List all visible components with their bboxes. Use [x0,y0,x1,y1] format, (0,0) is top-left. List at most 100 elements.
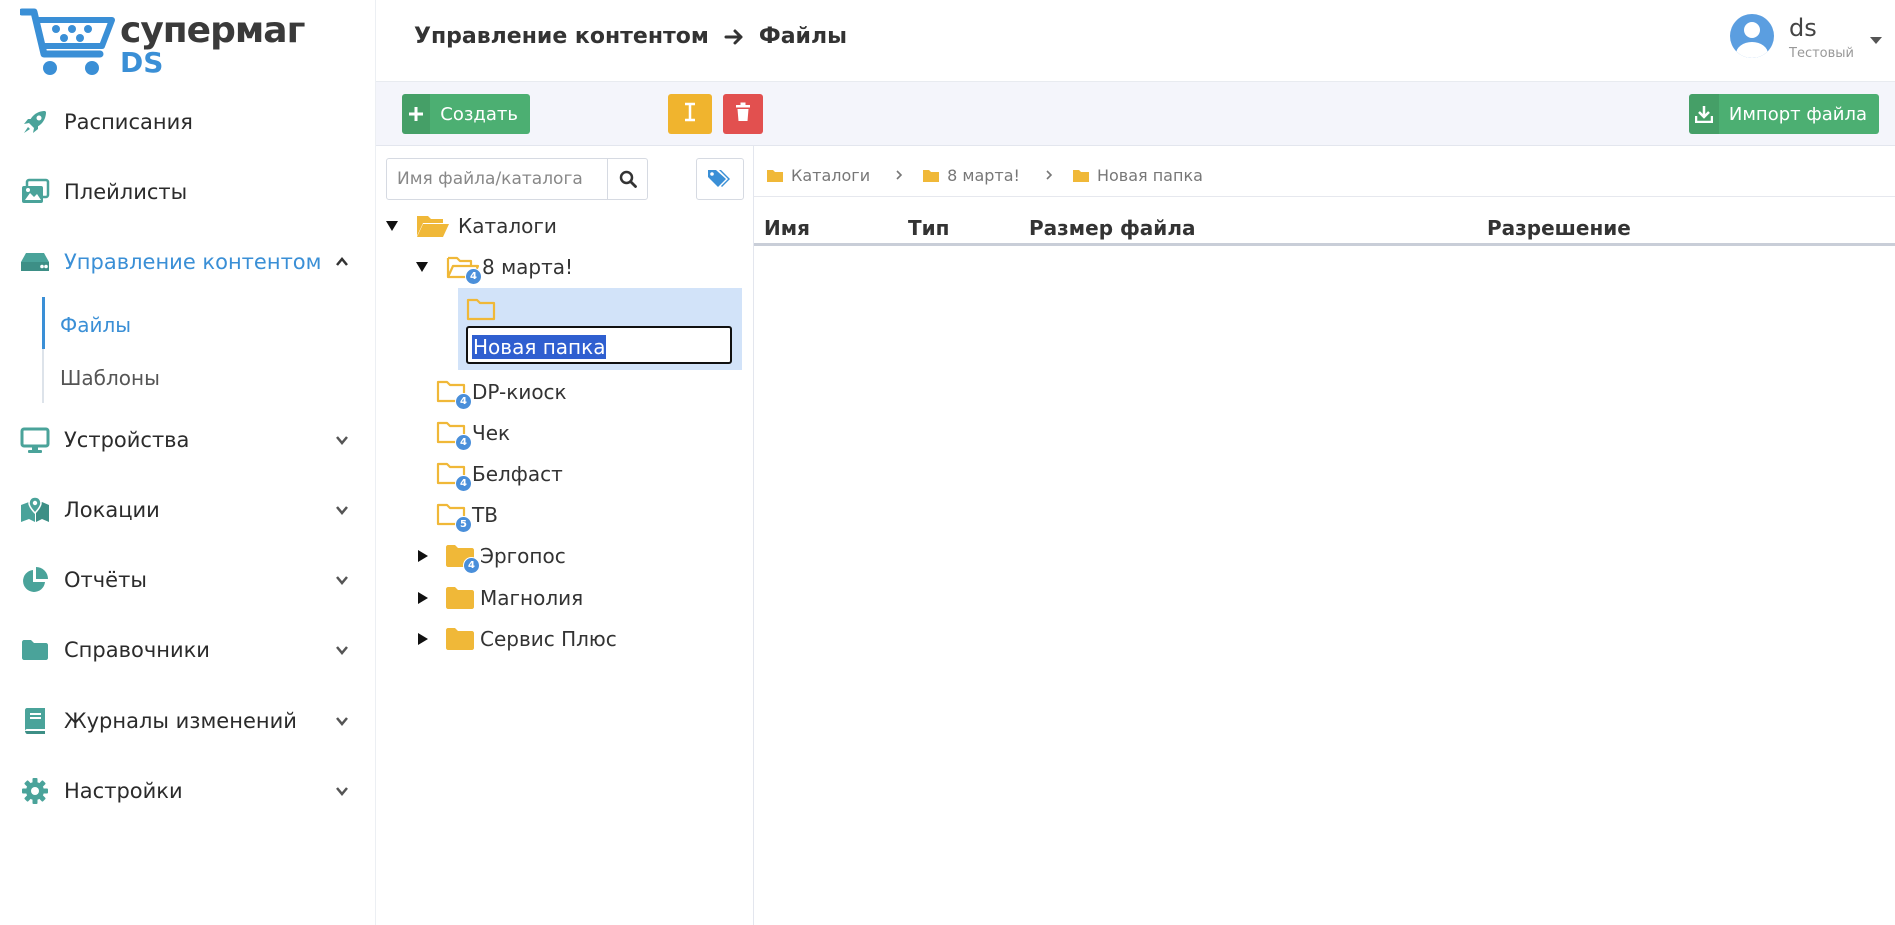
folder-tree-panel: Каталоги 4 8 марта! Новая папка 4 DP-кио… [376,146,754,925]
sidebar-item-label: Плейлисты [64,180,188,204]
expanded-caret-icon[interactable] [386,221,398,231]
column-header-type[interactable]: Тип [908,216,949,240]
user-menu[interactable]: ds Тестовый [1730,10,1890,72]
search-button[interactable] [607,159,647,199]
search-input[interactable] [387,159,607,199]
tree-node-tv[interactable]: 5 ТВ [436,498,498,533]
count-badge: 4 [463,557,480,574]
sidebar-subitem-templates[interactable]: Шаблоны [60,366,160,390]
collapsed-caret-icon[interactable] [418,550,428,562]
folder-open-outline-icon: 4 [446,253,482,285]
chevron-down-icon [334,713,350,729]
folder-icon [1072,169,1089,182]
rename-button[interactable] [668,94,712,134]
chevron-up-icon [334,254,350,270]
folder-icon [767,169,783,182]
files-panel: Каталоги 8 марта! Новая папка Имя Тип Ра… [754,146,1895,925]
sidebar-item-locations[interactable]: Локации [0,486,376,534]
column-header-name[interactable]: Имя [764,216,810,240]
tree-node-label: Сервис Плюс [480,627,617,651]
import-file-button[interactable]: Импорт файла [1689,94,1879,134]
sidebar-item-schedules[interactable]: Расписания [0,98,376,146]
folder-outline-icon: 4 [436,460,472,492]
path-segment-label: Новая папка [1096,165,1203,185]
rename-input[interactable]: Новая папка [466,326,732,364]
folder-path: Каталоги 8 марта! Новая папка [766,160,1203,190]
map-marker-icon [20,495,50,525]
tree-node-new-folder[interactable]: Новая папка [458,288,742,370]
folder-open-icon [416,212,450,240]
trash-icon [735,102,751,127]
sidebar-item-label: Локации [64,498,160,522]
tree-node-magnolia[interactable]: Магнолия [418,581,583,615]
sidebar-item-settings[interactable]: Настройки [0,767,376,815]
collapsed-caret-icon[interactable] [418,633,428,645]
create-button[interactable]: Создать [402,94,530,134]
sidebar-item-changelogs[interactable]: Журналы изменений [0,697,376,745]
book-icon [20,706,50,736]
sidebar-subitem-files[interactable]: Файлы [60,313,131,337]
path-segment[interactable]: 8 марта! [922,166,1020,185]
cart-logo-icon [20,8,115,75]
monitor-icon [20,425,50,455]
count-badge: 4 [455,475,472,492]
sidebar-item-directories[interactable]: Справочники [0,626,376,674]
column-header-size[interactable]: Размер файла [1029,216,1195,240]
column-header-resolution[interactable]: Разрешение [1487,216,1631,240]
folder-outline-icon: 4 [436,378,472,410]
tree-node-label: DP-киоск [472,380,567,404]
sidebar-item-devices[interactable]: Устройства [0,416,376,464]
sidebar-item-playlists[interactable]: Плейлисты [0,168,376,216]
breadcrumb-page: Файлы [758,24,847,49]
count-badge: 4 [455,393,472,410]
tree-node-label: 8 марта! [482,255,574,279]
sidebar: супермаг DS Расписания Плейлисты Управле… [0,0,376,925]
gear-icon [20,776,50,806]
tags-button[interactable] [696,158,744,200]
expanded-caret-icon[interactable] [416,262,428,272]
create-button-label: Создать [440,103,518,125]
images-icon [20,177,50,207]
tree-node-check[interactable]: 4 Чек [436,416,510,451]
tree-node-dp-kiosk[interactable]: 4 DP-киоск [436,375,567,410]
path-segment-label: 8 марта! [947,165,1020,185]
breadcrumb: Управление контентом Файлы [414,24,847,49]
folder-icon: 4 [444,542,480,574]
download-icon [1689,94,1719,134]
sidebar-item-label: Устройства [64,428,190,452]
chevron-down-icon [334,432,350,448]
path-segment[interactable]: Каталоги [766,166,870,185]
sidebar-item-reports[interactable]: Отчёты [0,556,376,604]
tree-node-ergopos[interactable]: 4 Эргопос [418,539,566,574]
rename-input-value: Новая папка [472,335,607,359]
chevron-down-icon [334,642,350,658]
path-segment[interactable]: Новая папка [1072,166,1203,185]
chevron-right-icon [896,170,903,180]
app-logo[interactable]: супермаг DS [20,8,305,80]
tree-node-label: ТВ [472,503,498,527]
pie-chart-icon [20,565,50,595]
delete-button[interactable] [723,94,763,134]
folder-icon [444,584,478,612]
count-badge: 4 [465,268,482,285]
chevron-down-icon [334,502,350,518]
tree-node-belfast[interactable]: 4 Белфаст [436,457,563,492]
submenu-line [42,297,45,403]
breadcrumb-section[interactable]: Управление контентом [414,24,709,49]
search-icon [619,170,637,188]
count-badge: 5 [455,516,472,533]
logo-subtext: DS [120,46,164,79]
import-file-button-label: Импорт файла [1728,103,1867,125]
files-table-header: Имя Тип Размер файла Разрешение [754,212,1895,246]
count-badge: 4 [455,434,472,451]
sidebar-item-content-management[interactable]: Управление контентом [0,238,376,286]
tree-node-root[interactable]: Каталоги [386,209,557,243]
tree-search [386,158,648,200]
sidebar-item-label: Расписания [64,110,193,134]
collapsed-caret-icon[interactable] [418,592,428,604]
tree-node-8-march[interactable]: 4 8 марта! [416,250,574,285]
folder-icon [923,169,940,182]
tree-node-service-plus[interactable]: Сервис Плюс [418,622,617,656]
folder-icon [20,635,50,665]
folder-outline-icon: 5 [436,501,472,533]
